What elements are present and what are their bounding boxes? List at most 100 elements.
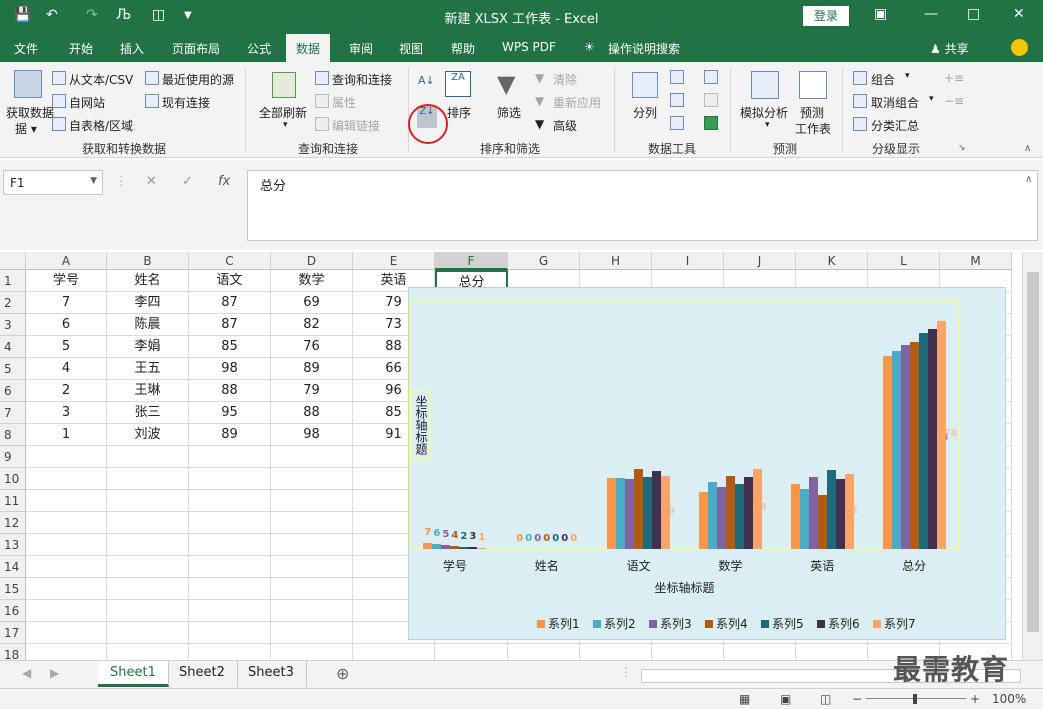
cell-a6[interactable]: 2 <box>26 380 107 402</box>
data-label[interactable]: 98 <box>753 502 767 513</box>
cell-b18[interactable] <box>107 644 189 660</box>
filter-button[interactable]: 筛选 <box>497 104 521 121</box>
zoom-slider-handle[interactable] <box>913 694 917 704</box>
cell-d18[interactable] <box>271 644 353 660</box>
row-header[interactable]: 16 <box>0 600 26 622</box>
x-axis-title[interactable]: 坐标轴标题 <box>409 579 960 596</box>
column-header-a[interactable]: A <box>26 252 107 270</box>
cell-b1[interactable]: 姓名 <box>107 270 189 292</box>
cell-c8[interactable]: 89 <box>189 424 271 446</box>
row-header[interactable]: 15 <box>0 578 26 600</box>
data-label[interactable]: 0 <box>533 533 542 544</box>
cell-a9[interactable] <box>26 446 107 468</box>
group-dropdown-icon[interactable]: ▾ <box>905 71 910 81</box>
cell-b17[interactable] <box>107 622 189 644</box>
ungroup-button[interactable]: 取消组合 <box>871 94 919 111</box>
data-label[interactable]: 3 <box>468 531 477 542</box>
data-label[interactable]: 91 <box>845 505 859 516</box>
data-label[interactable]: 88 <box>809 506 823 517</box>
data-label[interactable]: 0 <box>542 533 551 544</box>
cell-e18[interactable] <box>353 644 435 660</box>
tab-review[interactable]: 审阅 <box>349 40 373 57</box>
cell-d13[interactable] <box>271 534 353 556</box>
text-to-columns-icon[interactable] <box>632 72 658 98</box>
cell-a17[interactable] <box>26 622 107 644</box>
data-label[interactable]: 73 <box>800 512 814 523</box>
advanced-filter-button[interactable]: 高级 <box>553 117 577 134</box>
data-label[interactable]: 96 <box>827 503 841 514</box>
refresh-all-button[interactable]: 全部刷新 <box>259 104 307 121</box>
sheet-tab-sheet2[interactable]: Sheet2 <box>167 661 238 687</box>
refresh-dropdown-icon[interactable]: ▾ <box>283 120 288 130</box>
cell-c16[interactable] <box>189 600 271 622</box>
collapse-formula-bar-icon[interactable]: ∧ <box>1025 174 1032 185</box>
cell-d11[interactable] <box>271 490 353 512</box>
from-text-csv-button[interactable]: 从文本/CSV <box>69 71 133 88</box>
queries-connections-button[interactable]: 查询和连接 <box>332 71 392 88</box>
data-label[interactable]: 4 <box>450 530 459 541</box>
cell-c17[interactable] <box>189 622 271 644</box>
row-header[interactable]: 18 <box>0 644 26 660</box>
cell-d3[interactable]: 82 <box>271 314 353 336</box>
data-label[interactable]: 88 <box>744 506 758 517</box>
cell-b10[interactable] <box>107 468 189 490</box>
data-label[interactable]: 76 <box>717 511 731 522</box>
chart-bar[interactable] <box>468 547 478 549</box>
y-axis-title[interactable]: 坐标轴标题 <box>411 390 431 460</box>
hide-detail-icon[interactable]: −≡ <box>944 94 964 108</box>
refresh-all-icon[interactable] <box>272 72 296 98</box>
data-label[interactable]: 249 <box>901 440 922 451</box>
data-label[interactable]: 79 <box>791 510 805 521</box>
show-detail-icon[interactable]: +≡ <box>944 71 964 85</box>
sort-dialog-icon[interactable]: ZA <box>445 71 471 97</box>
cell-c5[interactable]: 98 <box>189 358 271 380</box>
cell-d6[interactable]: 79 <box>271 380 353 402</box>
cell-b2[interactable]: 李四 <box>107 292 189 314</box>
data-label[interactable]: 66 <box>818 515 832 526</box>
cell-a4[interactable]: 5 <box>26 336 107 358</box>
data-label[interactable]: 242 <box>892 443 913 454</box>
cell-c1[interactable]: 语文 <box>189 270 271 292</box>
data-label[interactable]: 87 <box>616 507 630 518</box>
legend-entry[interactable]: 系列1 <box>537 615 580 632</box>
tab-formulas[interactable]: 公式 <box>247 40 271 57</box>
cell-d12[interactable] <box>271 512 353 534</box>
flash-fill-icon[interactable] <box>670 70 684 84</box>
cell-d5[interactable]: 89 <box>271 358 353 380</box>
cell-a2[interactable]: 7 <box>26 292 107 314</box>
row-header[interactable]: 5 <box>0 358 26 380</box>
chart-bar[interactable] <box>432 544 442 549</box>
vertical-scrollbar[interactable] <box>1022 252 1043 660</box>
row-header[interactable]: 13 <box>0 534 26 556</box>
get-data-dropdown-icon[interactable]: 据 ▾ <box>15 120 37 137</box>
consolidate-icon[interactable] <box>704 70 718 84</box>
prev-sheet-icon[interactable]: ◀ <box>22 666 31 680</box>
what-if-analysis-button[interactable]: 模拟分析 <box>740 104 788 121</box>
row-header[interactable]: 9 <box>0 446 26 468</box>
data-label[interactable]: 85 <box>625 507 639 518</box>
chart-legend[interactable]: 系列1 系列2 系列3 系列4 系列5 系列6 系列7 <box>409 615 1007 631</box>
data-label[interactable]: 6 <box>432 528 441 539</box>
chart-bar[interactable] <box>441 545 451 549</box>
column-header-i[interactable]: I <box>652 252 724 270</box>
column-header-h[interactable]: H <box>580 252 652 270</box>
data-label[interactable]: 69 <box>699 514 713 525</box>
cell-d1[interactable]: 数学 <box>271 270 353 292</box>
data-label[interactable]: 95 <box>652 503 666 514</box>
column-header-g[interactable]: G <box>508 252 580 270</box>
tab-file[interactable]: 文件 <box>14 40 38 57</box>
share-button[interactable]: ♟ 共享 <box>930 40 969 57</box>
get-data-button[interactable]: 获取数据 <box>6 104 54 121</box>
group-button[interactable]: 组合 <box>871 71 895 88</box>
dialog-launcher-icon[interactable]: ↘ <box>958 143 966 153</box>
what-if-analysis-icon[interactable] <box>751 71 779 99</box>
clear-button[interactable]: 清除 <box>553 71 577 88</box>
cell-c2[interactable]: 87 <box>189 292 271 314</box>
row-header[interactable]: 3 <box>0 314 26 336</box>
row-header[interactable]: 17 <box>0 622 26 644</box>
tell-me-search[interactable]: 操作说明搜索 <box>608 40 680 57</box>
data-label[interactable]: 1 <box>477 532 486 543</box>
legend-entry[interactable]: 系列4 <box>705 615 748 632</box>
cell-b14[interactable] <box>107 556 189 578</box>
filter-icon[interactable]: ▼ <box>497 71 521 97</box>
